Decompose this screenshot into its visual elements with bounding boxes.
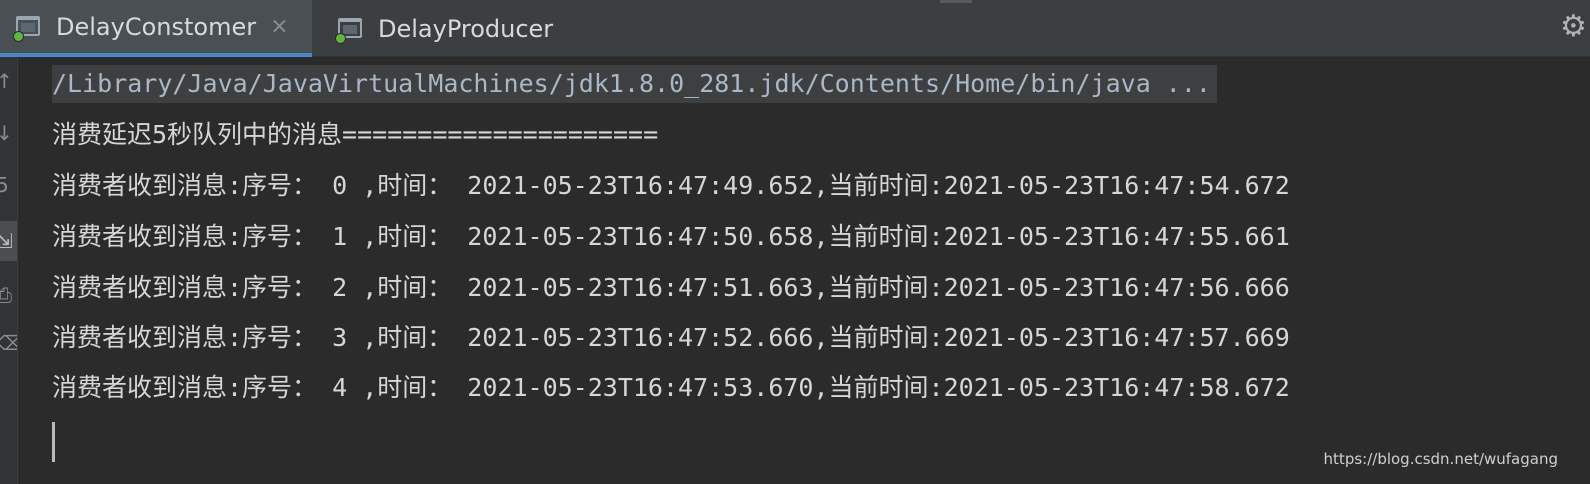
run-config-icon bbox=[13, 15, 42, 42]
run-config-icon bbox=[335, 17, 364, 44]
command-line[interactable]: /Library/Java/JavaVirtualMachines/jdk1.8… bbox=[52, 65, 1217, 103]
console-line: 消费者收到消息:序号： 4 ,时间： 2021-05-23T16:47:53.6… bbox=[52, 373, 1290, 402]
tab-delay-producer[interactable]: DelayProducer bbox=[335, 0, 588, 57]
console-line: 消费者收到消息:序号： 0 ,时间： 2021-05-23T16:47:49.6… bbox=[52, 171, 1290, 200]
tab-delay-constomer[interactable]: DelayConstomer × bbox=[0, 0, 312, 57]
gear-icon[interactable]: ⚙ bbox=[1560, 12, 1590, 42]
console-toolbar: ↑ ↓ 5 ⇲ ⎙ ⌫ bbox=[0, 57, 18, 484]
console-line: 消费者收到消息:序号： 3 ,时间： 2021-05-23T16:47:52.6… bbox=[52, 323, 1290, 352]
text-caret bbox=[52, 422, 55, 462]
delete-icon[interactable]: ⌫ bbox=[0, 331, 17, 355]
console-line: 消费者收到消息:序号： 2 ,时间： 2021-05-23T16:47:51.6… bbox=[52, 273, 1290, 302]
close-icon[interactable]: × bbox=[270, 15, 288, 38]
rerun-icon[interactable]: 5 bbox=[0, 173, 17, 197]
run-tool-window: DelayConstomer × DelayProducer ⚙ ↑ ↓ 5 ⇲… bbox=[0, 0, 1590, 484]
tab-label: DelayProducer bbox=[378, 14, 554, 43]
up-arrow-icon[interactable]: ↑ bbox=[0, 69, 17, 93]
tab-label: DelayConstomer bbox=[56, 12, 257, 41]
run-tab-bar: DelayConstomer × DelayProducer ⚙ bbox=[0, 0, 1590, 57]
drag-handle[interactable] bbox=[940, 0, 972, 3]
soft-wrap-icon[interactable]: ⇲ bbox=[0, 221, 17, 261]
print-icon[interactable]: ⎙ bbox=[0, 283, 17, 307]
watermark: https://blog.csdn.net/wufagang bbox=[1323, 450, 1558, 468]
console-output[interactable]: /Library/Java/JavaVirtualMachines/jdk1.8… bbox=[18, 57, 1590, 484]
console-line: 消费者收到消息:序号： 1 ,时间： 2021-05-23T16:47:50.6… bbox=[52, 222, 1290, 251]
console-line: 消费延迟5秒队列中的消息===================== bbox=[52, 120, 659, 149]
down-arrow-icon[interactable]: ↓ bbox=[0, 121, 17, 145]
